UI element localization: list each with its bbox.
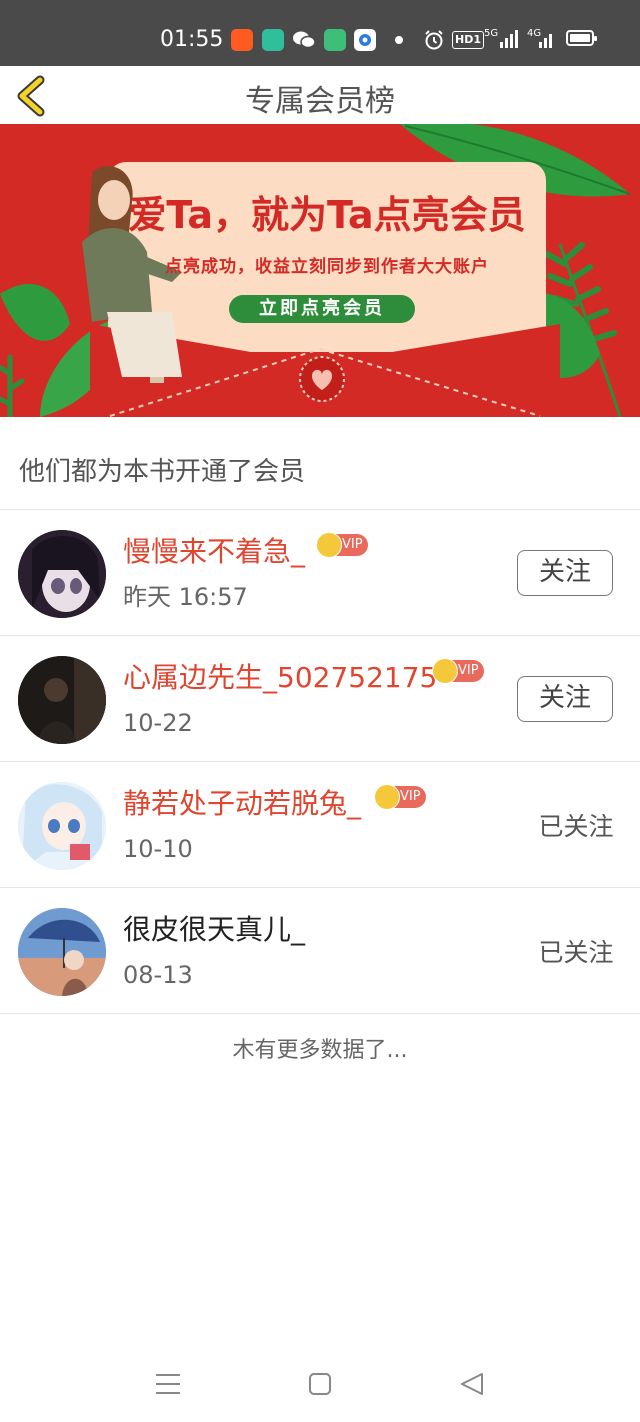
list-item[interactable]: 心属边先生_502752175 VIP 10-22 关注 [0,636,640,762]
follow-button[interactable]: 关注 [517,676,613,722]
username[interactable]: 慢慢来不着急_ [123,534,305,570]
vip-badge: VIP [374,784,426,810]
vip-badge-label: VIP [458,663,479,678]
banner-subtitle: 点亮成功，收益立刻同步到作者大大账户 [165,257,489,277]
banner-headline: 爱Ta，就为Ta点亮会员 [128,193,526,237]
vip-badge: VIP [432,658,484,684]
no-more-data: 木有更多数据了... [232,1038,408,1063]
avatar[interactable] [18,530,106,618]
alarm-icon [423,29,445,51]
chat-icon [262,29,284,51]
vip-badge: VIP [316,532,368,558]
page-title: 专属会员榜 [245,84,395,119]
battery-icon [566,30,597,46]
username[interactable]: 静若处子动若脱兔_ [123,786,361,822]
dot-icon [395,36,403,44]
timestamp: 10-10 [123,835,193,863]
browser-icon [354,29,376,51]
vip-badge-label: VIP [342,537,363,552]
crown-icon [374,784,400,810]
wechat-icon [292,29,316,51]
hd-icon: HD1 [452,31,484,49]
menu-icon[interactable] [148,1367,188,1401]
promo-banner[interactable]: 爱Ta，就为Ta点亮会员 点亮成功，收益立刻同步到作者大大账户 立即点亮会员 [0,124,640,417]
timestamp: 08-13 [123,961,193,989]
back-triangle-icon[interactable] [452,1367,492,1401]
app-header: 专属会员榜 [0,66,640,124]
vip-badge-label: VIP [400,789,421,804]
timestamp: 昨天 16:57 [123,583,248,611]
avatar[interactable] [18,782,106,870]
username[interactable]: 心属边先生_502752175 [123,660,437,696]
section-title: 他们都为本书开通了会员 [19,457,306,487]
system-nav-bar [0,1345,640,1422]
divider [0,1013,640,1014]
crown-icon [316,532,342,558]
avatar[interactable] [18,908,106,996]
status-bar: 01:55 HD1 5G 4G [0,0,640,66]
crown-icon [432,658,458,684]
app-icon [231,29,253,51]
list-item[interactable]: 静若处子动若脱兔_ VIP 10-10 已关注 [0,762,640,888]
follow-button[interactable]: 关注 [517,550,613,596]
activate-vip-button[interactable]: 立即点亮会员 [229,295,415,323]
timestamp: 10-22 [123,709,193,737]
followed-status[interactable]: 已关注 [530,936,622,970]
followed-status[interactable]: 已关注 [530,810,622,844]
list-item[interactable]: 慢慢来不着急_ VIP 昨天 16:57 关注 [0,510,640,636]
list-item[interactable]: 很皮很天真儿_ 08-13 已关注 [0,888,640,1014]
avatar[interactable] [18,656,106,744]
status-time: 01:55 [160,27,224,52]
note-icon [324,29,346,51]
home-square-icon[interactable] [300,1367,340,1401]
username[interactable]: 很皮很天真儿_ [123,912,305,948]
